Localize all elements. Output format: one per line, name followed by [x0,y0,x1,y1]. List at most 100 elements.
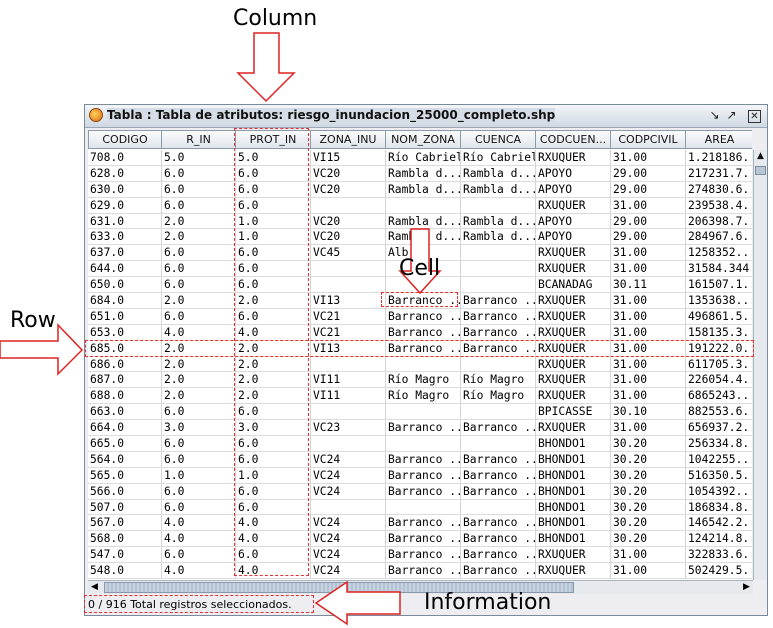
table-cell[interactable]: 507.0 [88,499,162,516]
table-cell[interactable]: 31.00 [611,197,686,214]
table-cell[interactable]: 6.0 [236,404,311,421]
table-cell[interactable]: RXUQUER [536,372,611,389]
table-cell[interactable]: 685.0 [88,340,162,357]
table-cell[interactable]: VC20 [311,229,386,246]
table-cell[interactable]: VC24 [311,483,386,500]
table-cell[interactable]: Barranco ... [386,324,461,341]
table-cell[interactable]: Rambla d... [461,165,536,182]
table-cell[interactable]: 30.20 [611,467,686,484]
table-row[interactable]: 568.04.04.0VC24Barranco ...Barranco ...B… [88,531,752,548]
table-row[interactable]: 688.0 2.0 2.0 VI11 Río Magro Río Magro RXUQUER… [88,388,752,405]
table-cell[interactable]: 564.0 [88,451,162,468]
table-cell[interactable]: Río Magro [461,372,536,389]
table-cell[interactable]: 6.0 [162,261,236,278]
table-cell[interactable]: Barranco ... [461,340,536,357]
table-cell[interactable]: RXUQUER [536,150,611,166]
table-cell[interactable] [311,499,386,516]
table-cell[interactable]: BHONDO1 [536,467,611,484]
table-row[interactable]: 663.06.06.0BPICASSE30.10882553.6... [88,404,752,421]
table-cell[interactable]: Barranco ... [461,324,536,341]
table-cell[interactable]: 1.218186... [686,150,752,166]
table-cell[interactable]: RXUQUER [536,388,611,405]
table-cell[interactable]: Barranco ... [386,451,461,468]
table-cell[interactable]: VI15 [311,150,386,166]
table-cell[interactable]: 31.00 [611,293,686,309]
column-header[interactable]: ZONA_INU [311,130,386,149]
table-cell[interactable]: 6.0 [162,451,236,468]
table-cell[interactable]: RXUQUER [536,420,611,437]
table-cell[interactable]: 31.00 [611,356,686,373]
table-cell[interactable]: 6.0 [162,181,236,198]
table-cell[interactable]: VI13 [311,340,386,357]
table-cell[interactable]: Barranco ... [461,531,536,548]
table-cell[interactable]: 611705.3... [686,357,752,373]
table-cell[interactable]: 124214.8... [686,531,752,548]
table-cell[interactable] [311,277,386,294]
table-cell[interactable] [386,197,461,214]
scroll-up-icon[interactable]: ▲ [754,150,767,163]
table-cell[interactable]: Río Magro [386,388,461,405]
table-row[interactable]: 629.06.06.0RXUQUER31.00239538.4... [88,197,752,214]
table-cell[interactable]: Barranco ... [461,308,536,325]
table-cell[interactable]: Rambla d... [386,229,461,246]
vertical-scrollbar[interactable]: ▲ [753,150,767,580]
table-cell[interactable]: RXUQUER [536,197,611,214]
table-cell[interactable]: 29.00 [611,181,686,198]
table-cell[interactable]: BHONDO1 [536,515,611,532]
table-cell[interactable]: 628.0 [88,165,162,182]
table-row[interactable]: 685.02.02.0VI13Barranco ...Barranco ...R… [88,340,752,357]
table-row[interactable]: 687.0 2.0 2.0 VI11 Río Magro Río Magro RXUQUER… [88,372,752,389]
table-cell[interactable]: 2.0 [162,356,236,373]
table-cell[interactable]: BHONDO1 [536,436,611,452]
table-cell[interactable]: Barranco ... [386,515,461,532]
table-cell[interactable]: 284967.6... [686,229,752,246]
table-cell[interactable]: VC20 [311,181,386,198]
table-cell[interactable]: 2.0 [162,293,236,309]
table-cell[interactable]: 239538.4... [686,198,752,214]
table-cell[interactable]: 158135.3... [686,325,752,341]
table-cell[interactable]: 684.0 [88,293,162,309]
table-cell[interactable]: 6.0 [162,308,236,325]
table-cell[interactable]: Barranco ... [461,515,536,532]
table-cell[interactable]: 1.0 [236,229,311,246]
table-cell[interactable]: 30.11 [611,277,686,294]
close-icon[interactable]: ✕ [748,110,761,123]
table-cell[interactable]: Barranco ... [386,563,461,580]
table-cell[interactable]: BHONDO1 [536,531,611,548]
table-cell[interactable] [311,261,386,278]
table-cell[interactable]: 6.0 [236,499,311,516]
table-row[interactable]: 708.0 5.0 5.0 VI15 Río Cabriel Río Cabriel RXU… [88,150,752,166]
table-cell[interactable]: Barranco ... [386,308,461,325]
table-cell[interactable]: VC24 [311,451,386,468]
table-cell[interactable]: BHONDO1 [536,499,611,516]
table-cell[interactable]: 630.0 [88,181,162,198]
table-cell[interactable]: 686.0 [88,356,162,373]
table-cell[interactable]: 2.0 [162,213,236,230]
table-cell[interactable]: RXUQUER [536,308,611,325]
table-cell[interactable]: 6865243... [686,388,752,405]
table-cell[interactable] [311,356,386,373]
table-cell[interactable]: VC24 [311,467,386,484]
table-cell[interactable]: VC24 [311,515,386,532]
table-cell[interactable]: VC24 [311,563,386,580]
table-cell[interactable]: 6.0 [236,277,311,294]
table-cell[interactable]: Barranco ... [461,451,536,468]
table-cell[interactable]: 2.0 [162,229,236,246]
table-cell[interactable]: APOYO [536,181,611,198]
table-cell[interactable]: RXUQUER [536,563,611,580]
table-cell[interactable]: 548.0 [88,563,162,580]
table-cell[interactable]: 30.20 [611,515,686,532]
table-row[interactable]: 653.04.04.0VC21Barranco ...Barranco ...R… [88,324,752,341]
table-cell[interactable]: 6.0 [236,451,311,468]
table-cell[interactable]: 567.0 [88,515,162,532]
table-cell[interactable]: 882553.6... [686,404,752,421]
table-cell[interactable]: VC45 [311,245,386,262]
table-cell[interactable]: Río Magro [461,388,536,405]
table-cell[interactable]: Rambla d... [461,181,536,198]
table-cell[interactable]: Rambla d... [386,165,461,182]
table-cell[interactable]: 2.0 [162,372,236,389]
table-cell[interactable]: 6.0 [162,165,236,182]
table-cell[interactable]: 217231.7... [686,166,752,182]
table-cell[interactable]: 2.0 [236,293,311,309]
table-cell[interactable]: 4.0 [236,563,311,580]
